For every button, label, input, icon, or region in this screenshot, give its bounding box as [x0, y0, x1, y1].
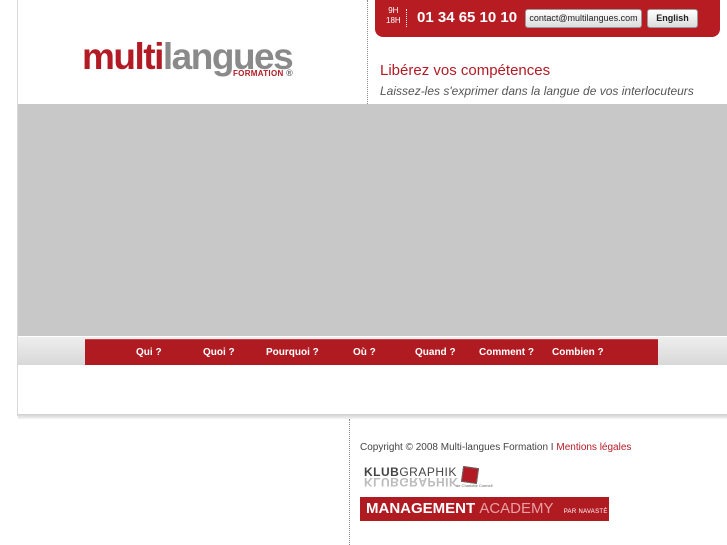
main-nav: Qui ? Quoi ? Pourquoi ? Où ? Quand ? Com…: [85, 339, 658, 365]
header-divider: [367, 0, 368, 104]
hours-separator: [406, 9, 407, 27]
phone-number: 01 34 65 10 10: [417, 9, 518, 26]
klub-caption: de Charlotte Connell: [456, 483, 493, 488]
logo-formation: FORMATION: [233, 69, 284, 78]
english-button[interactable]: English: [647, 9, 698, 28]
nav-qui[interactable]: Qui ?: [136, 347, 162, 358]
logo-subtitle: FORMATION ®: [233, 68, 293, 78]
mgmt-light: ACADEMY: [479, 500, 554, 517]
hours-end: 18H: [386, 16, 401, 25]
copyright-text: Copyright © 2008 Multi-langues Formation…: [360, 442, 554, 453]
mgmt-bold: MANAGEMENT: [366, 500, 476, 517]
nav-comment[interactable]: Comment ?: [479, 347, 534, 358]
content-area: [18, 365, 727, 415]
contact-bar: 9H 18H 01 34 65 10 10 contact@multilangu…: [375, 0, 720, 37]
footer-separator: [18, 414, 727, 419]
copyright: Copyright © 2008 Multi-langues Formation…: [360, 442, 631, 453]
nav-pourquoi[interactable]: Pourquoi ?: [266, 347, 319, 358]
email-button[interactable]: contact@multilangues.com: [525, 9, 642, 28]
nav-ou[interactable]: Où ?: [353, 347, 376, 358]
management-academy-logo[interactable]: MANAGEMENT ACADEMY PAR NAVASTÉ TRAINING …: [360, 497, 677, 521]
mgmt-tail: PAR NAVASTÉ TRAINING PARTNERS: [563, 509, 678, 515]
tagline: Libérez vos compétences: [380, 62, 551, 79]
nav-quoi[interactable]: Quoi ?: [203, 347, 235, 358]
nav-quand[interactable]: Quand ?: [415, 347, 456, 358]
footer-divider: [349, 419, 350, 545]
logo-registered: ®: [286, 68, 294, 78]
hours-start: 9H: [388, 6, 399, 15]
banner-area: [18, 104, 727, 336]
legal-link[interactable]: Mentions légales: [556, 442, 631, 453]
klub-reflection: KLUBGRAPHIK: [364, 475, 459, 489]
nav-combien[interactable]: Combien ?: [552, 347, 604, 358]
subtagline: Laissez-les s'exprimer dans la langue de…: [380, 84, 694, 98]
klubgraphik-logo[interactable]: KLUBGRAPHIK KLUBGRAPHIK de Charlotte Con…: [364, 465, 492, 489]
logo-part1: multi: [82, 36, 164, 77]
opening-hours: 9H 18H: [386, 6, 401, 26]
cube-icon: [460, 465, 480, 485]
